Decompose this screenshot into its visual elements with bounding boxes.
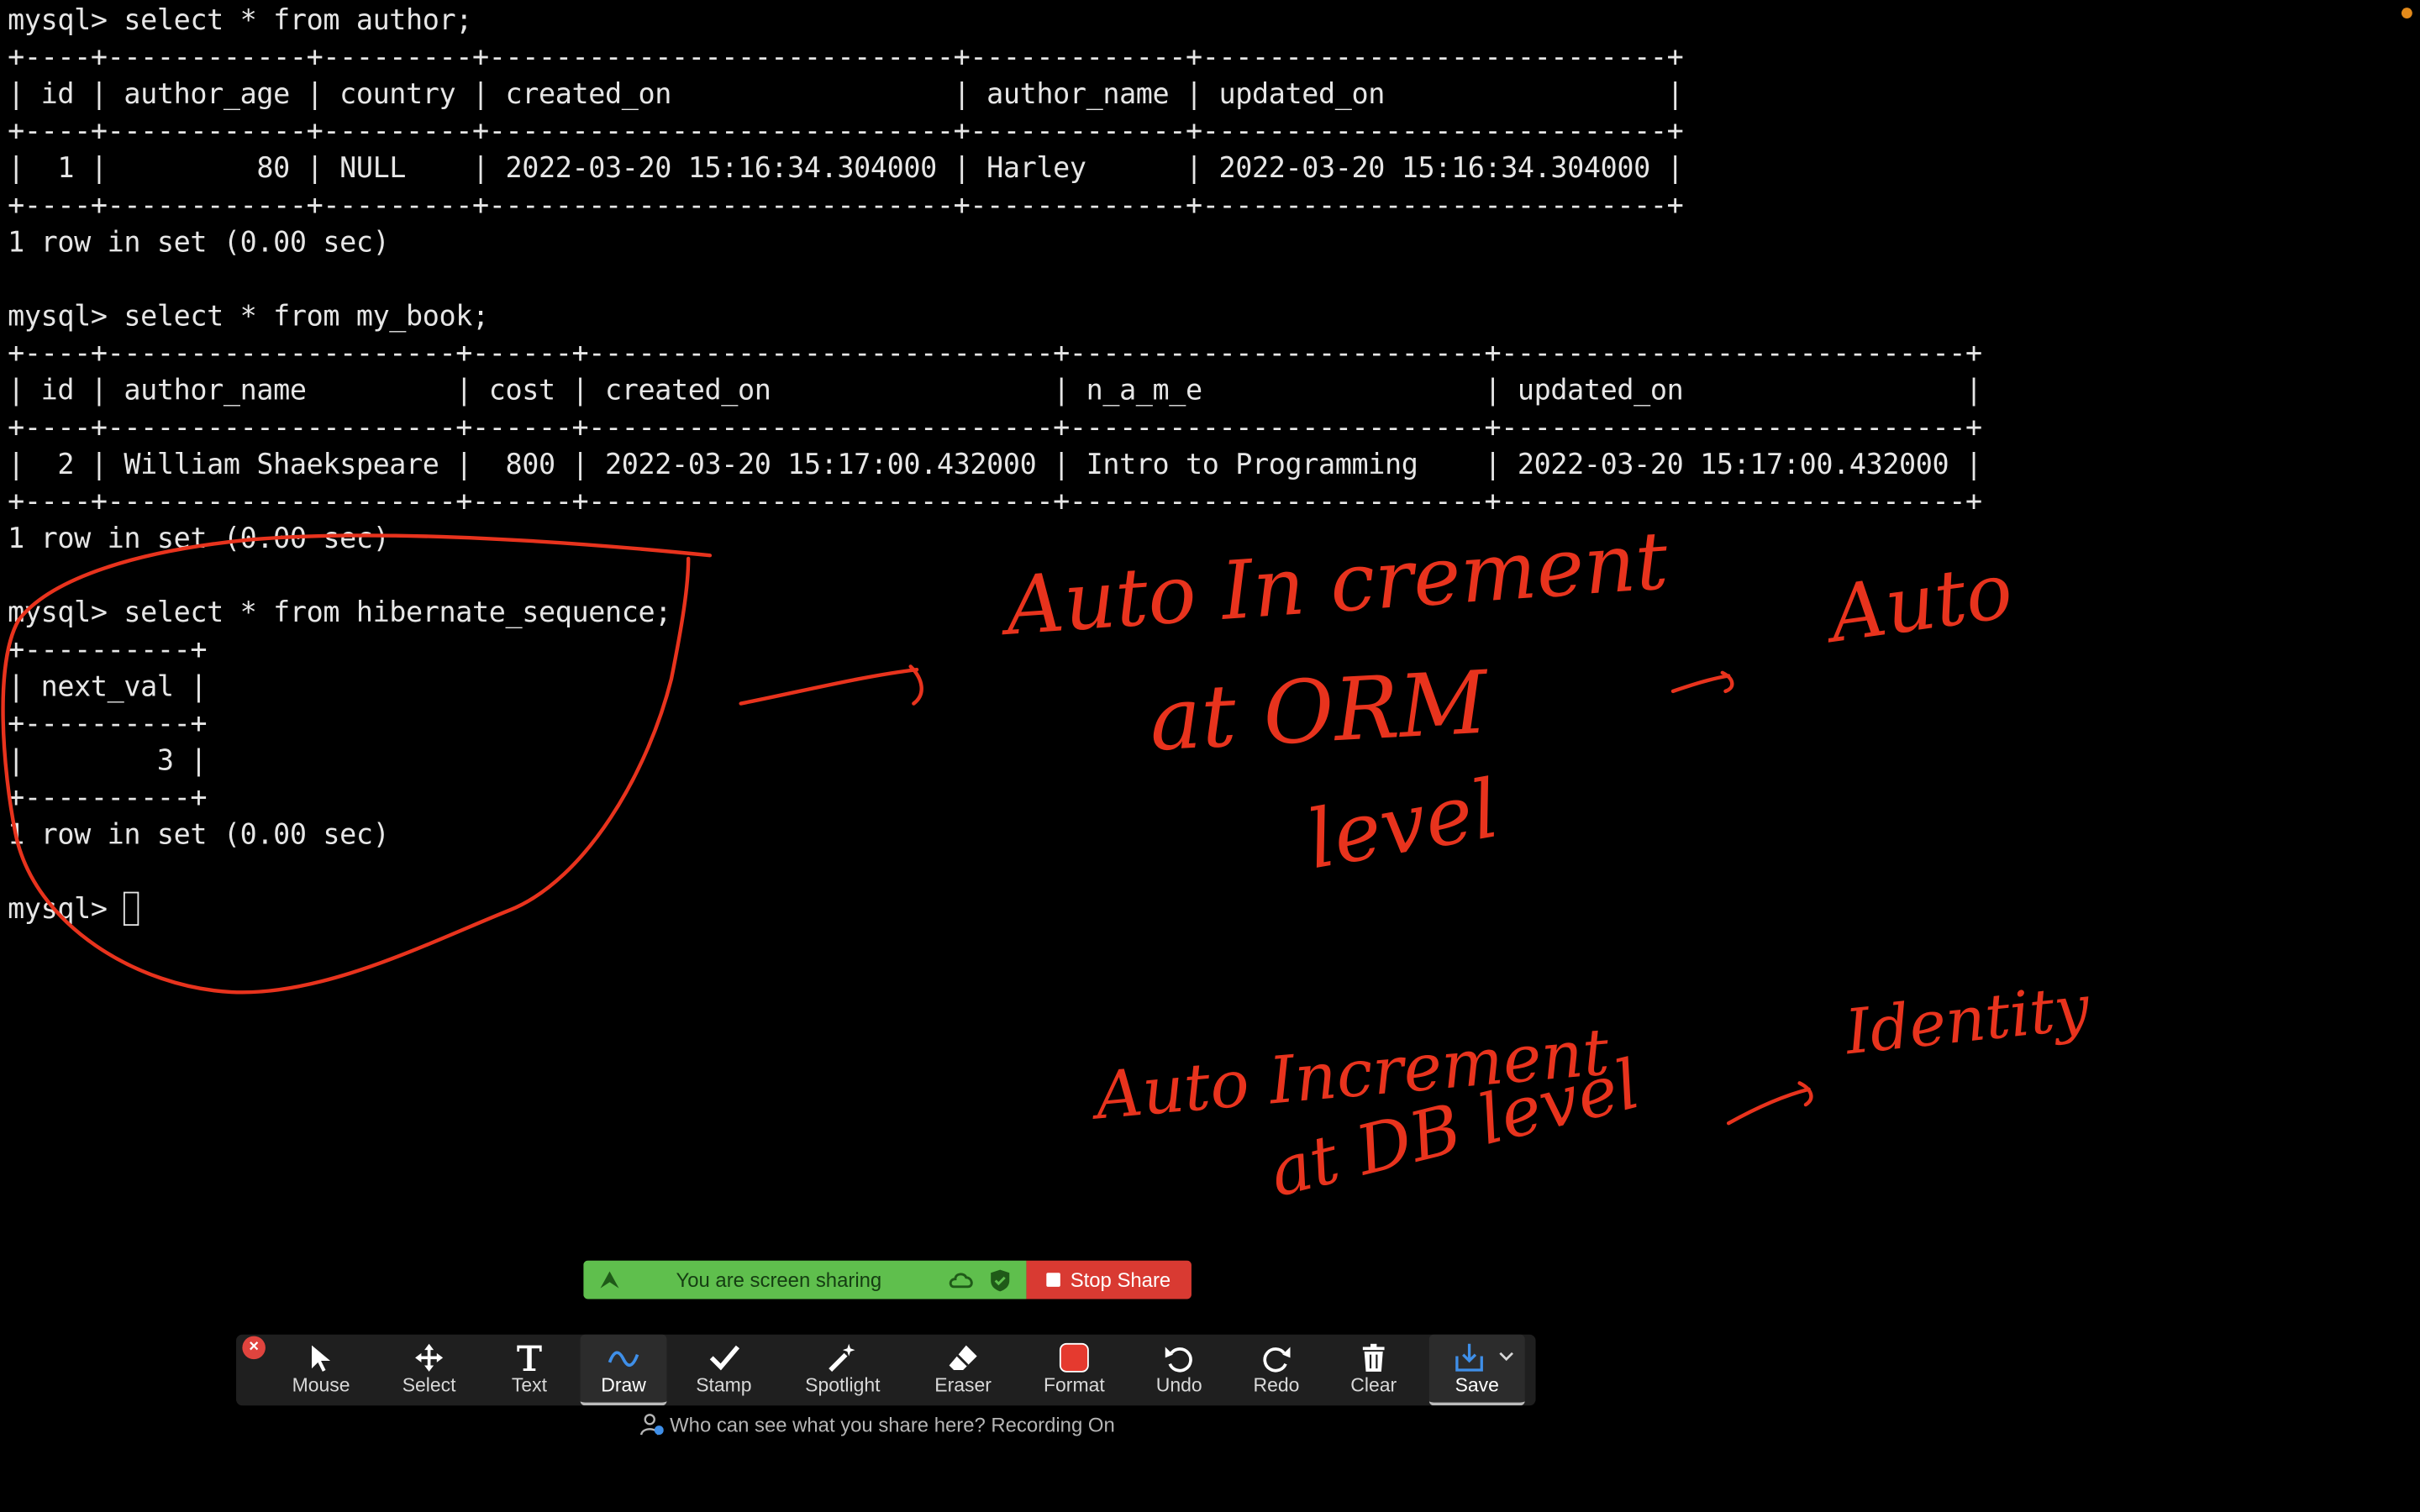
tool-save[interactable]: Save xyxy=(1428,1334,1525,1406)
sharing-status[interactable]: You are screen sharing xyxy=(583,1260,1027,1299)
close-annotation-icon[interactable]: × xyxy=(242,1336,266,1360)
tool-stamp[interactable]: Stamp xyxy=(677,1335,770,1405)
undo-icon xyxy=(1165,1347,1192,1373)
download-save-icon xyxy=(1455,1343,1483,1372)
red-square-format-icon xyxy=(1059,1342,1089,1373)
eraser-icon xyxy=(949,1345,977,1371)
status-dot xyxy=(2401,8,2412,19)
share-visibility-text: Who can see what you share here? Recordi… xyxy=(670,1412,1115,1436)
tool-eraser[interactable]: Eraser xyxy=(915,1335,1011,1405)
security-shield-icon xyxy=(991,1269,1010,1292)
squiggle-draw-icon xyxy=(608,1351,639,1367)
tool-label: Save xyxy=(1455,1374,1499,1397)
terminal-line: | 1 | 80 | NULL | 2022-03-20 15:16:34.30… xyxy=(8,152,1684,186)
terminal-line: +----+---------------------+------+-----… xyxy=(8,338,1982,370)
chevron-down-icon[interactable] xyxy=(1498,1348,1513,1363)
tool-mouse[interactable]: Mouse xyxy=(275,1335,367,1405)
tool-label: Draw xyxy=(601,1374,646,1397)
tool-label: Clear xyxy=(1350,1374,1397,1397)
redo-icon xyxy=(1263,1347,1291,1373)
person-icon xyxy=(639,1414,664,1436)
terminal-line: +----+------------+---------+-----------… xyxy=(8,41,1684,75)
tool-format[interactable]: Format xyxy=(1026,1335,1122,1405)
annotation-toolbar: × Mouse Select Text Draw Stamp Spotlight… xyxy=(236,1334,1536,1406)
terminal-line: 1 row in set (0.00 sec) xyxy=(8,819,390,852)
terminal-line: mysql> select * from author; xyxy=(8,4,473,38)
sharing-status-text: You are screen sharing xyxy=(676,1268,882,1292)
terminal-line: +----+------------+---------+-----------… xyxy=(8,189,1684,223)
stop-share-button[interactable]: Stop Share xyxy=(1026,1260,1192,1299)
text-cursor xyxy=(124,891,139,927)
terminal-line: +----+---------------------+------+-----… xyxy=(8,486,1982,519)
tool-label: Text xyxy=(511,1374,548,1397)
tool-label: Spotlight xyxy=(805,1374,881,1397)
terminal-line: +----------+ xyxy=(8,782,208,815)
stop-share-label: Stop Share xyxy=(1070,1268,1171,1292)
screen-sharing-banner: You are screen sharing Stop Share xyxy=(583,1260,1192,1299)
terminal-prompt-line[interactable]: mysql> xyxy=(8,891,2385,929)
share-visibility-info[interactable]: Who can see what you share here? Recordi… xyxy=(639,1412,1115,1436)
text-t-icon xyxy=(517,1345,542,1371)
terminal-window[interactable]: mysql> select * from author; +----+------… xyxy=(8,3,2385,991)
arrow-stroke-3 xyxy=(1726,1081,1813,1126)
tool-spotlight[interactable]: Spotlight xyxy=(787,1335,898,1405)
tool-select[interactable]: Select xyxy=(383,1335,476,1405)
terminal-line: +----+---------------------+------+-----… xyxy=(8,412,1982,444)
terminal-line: +----+------------+---------+-----------… xyxy=(8,115,1684,149)
tool-text[interactable]: Text xyxy=(483,1335,576,1405)
stop-icon xyxy=(1047,1273,1061,1287)
tool-clear[interactable]: Clear xyxy=(1330,1335,1417,1405)
annotation-at-orm: at ORM xyxy=(1147,654,1491,772)
cloud-icon xyxy=(949,1273,973,1289)
terminal-line: | id | author_name | cost | created_on |… xyxy=(8,375,1982,407)
terminal-line: | id | author_age | country | created_on… xyxy=(8,78,1684,112)
terminal-prompt: mysql> xyxy=(8,893,124,927)
tool-label: Undo xyxy=(1155,1374,1202,1397)
checkmark-stamp-icon xyxy=(709,1345,740,1371)
tool-label: Mouse xyxy=(292,1374,350,1397)
terminal-line: | 2 | William Shaekspeare | 800 | 2022-0… xyxy=(8,449,1982,482)
tool-label: Eraser xyxy=(934,1374,992,1397)
terminal-line: mysql> select * from my_book; xyxy=(8,301,489,333)
trash-icon xyxy=(1362,1343,1385,1372)
tool-label: Redo xyxy=(1253,1374,1300,1397)
terminal-line: 1 row in set (0.00 sec) xyxy=(8,227,390,260)
tool-draw[interactable]: Draw xyxy=(580,1334,667,1406)
tool-label: Stamp xyxy=(696,1374,752,1397)
annotation-identity-strategy: Identity xyxy=(1842,973,2093,1069)
annotation-auto-strategy: Auto xyxy=(1823,545,2018,660)
mouse-pointer-icon xyxy=(312,1345,331,1372)
move-arrows-icon xyxy=(415,1343,444,1372)
magic-wand-icon xyxy=(829,1343,855,1372)
screen: mysql> select * from author; +----+------… xyxy=(0,0,2420,1512)
tool-label: Select xyxy=(402,1374,456,1397)
tool-undo[interactable]: Undo xyxy=(1134,1335,1224,1405)
share-arrow-icon xyxy=(600,1271,619,1289)
tool-redo[interactable]: Redo xyxy=(1234,1335,1320,1405)
tool-label: Format xyxy=(1044,1374,1105,1397)
